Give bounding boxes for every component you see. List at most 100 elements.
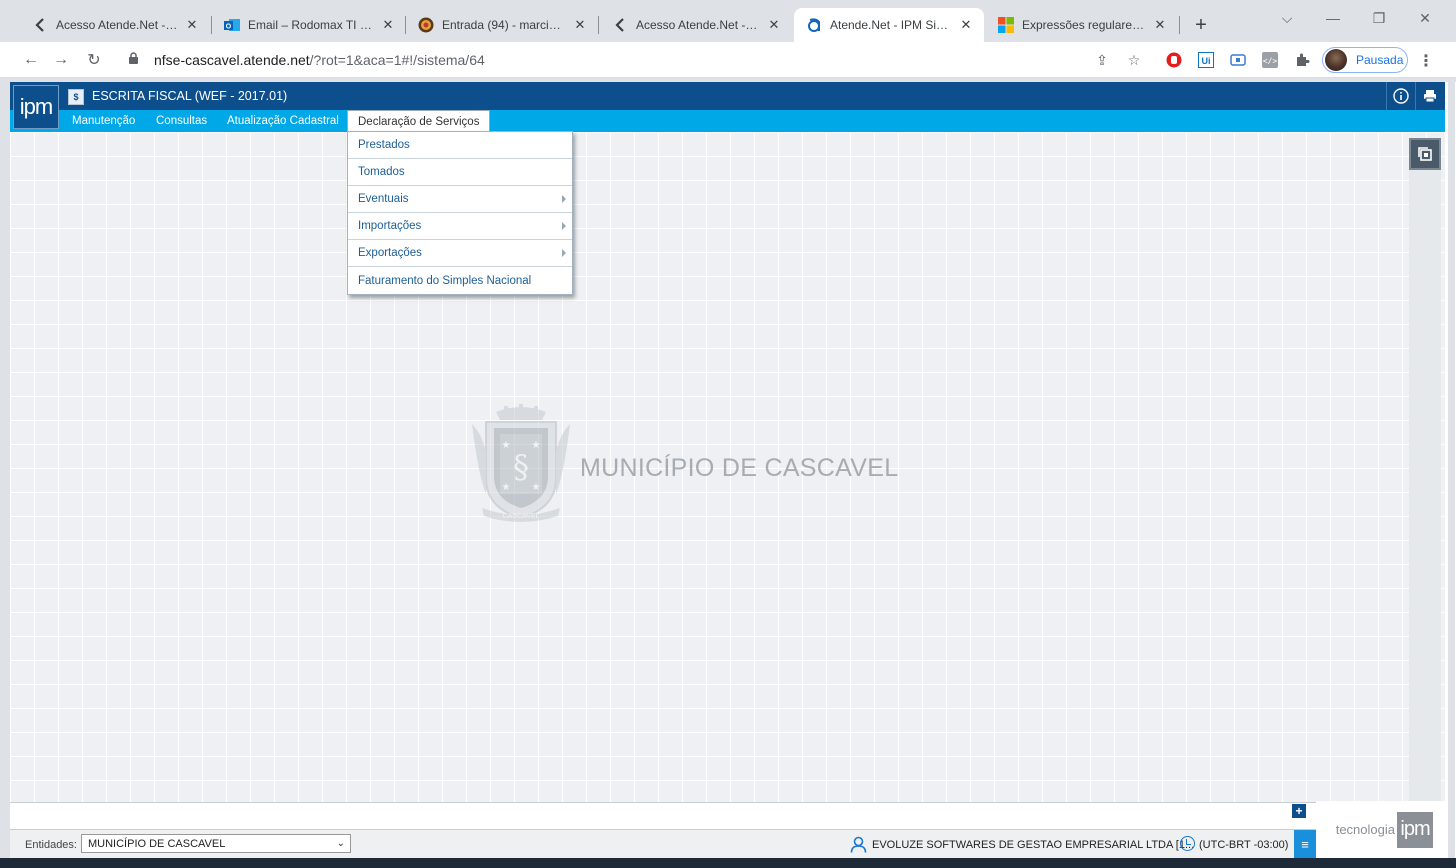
tab-search-icon[interactable]: ⌵ (1272, 10, 1302, 27)
minimize-icon[interactable]: — (1318, 10, 1348, 26)
close-icon[interactable]: ✕ (572, 17, 588, 33)
code-extension-icon[interactable]: </> (1260, 50, 1280, 70)
menu-item-prestados[interactable]: Prestados (348, 132, 572, 159)
tab-title: Email – Rodomax TI – Outlook (248, 18, 374, 32)
entity-selected-value: MUNICÍPIO DE CASCAVEL (88, 837, 226, 850)
info-icon[interactable] (1386, 82, 1414, 110)
submenu-arrow-icon (562, 249, 566, 257)
adblock-extension-icon[interactable] (1164, 50, 1184, 70)
close-window-icon[interactable]: ✕ (1410, 10, 1440, 27)
profile-label: Pausada (1356, 53, 1404, 67)
tab-title: Acesso Atende.Net - Cascavel (636, 18, 760, 32)
menu-item-importacoes[interactable]: Importações (348, 213, 572, 240)
timezone-label: (UTC-BRT -03:00) (1199, 839, 1289, 851)
menu-item-label: Tomados (358, 166, 405, 178)
address-bar[interactable]: nfse-cascavel.atende.net/?rot=1&aca=1#!/… (118, 47, 1158, 73)
svg-text:Ui: Ui (1202, 56, 1211, 66)
menu-item-tomados[interactable]: Tomados (348, 159, 572, 186)
logged-user[interactable]: EVOLUZE SOFTWARES DE GESTAO EMPRESARIAL … (872, 839, 1194, 851)
restore-icon[interactable] (1409, 138, 1441, 170)
tab-title: Entrada (94) - marcio@e (442, 18, 566, 32)
menu-consultas[interactable]: Consultas (146, 110, 217, 132)
browser-menu-icon[interactable]: ⋮ (1418, 51, 1434, 71)
chevron-down-icon: ⌄ (336, 838, 345, 849)
browser-tab-5-active[interactable]: Atende.Net - IPM Sistemas ✕ (794, 8, 984, 42)
mail-icon (418, 17, 434, 33)
brand-logo: tecnologia ipm (1316, 801, 1445, 858)
browser-tab-1[interactable]: Acesso Atende.Net - Cascavel ✕ (20, 8, 210, 42)
browser-tab-6[interactable]: Expressões regulares do ✕ (986, 8, 1178, 42)
restore-window-icon[interactable]: ❐ (1364, 10, 1394, 27)
scrollbar-track (1448, 82, 1455, 858)
brand-word: tecnologia (1335, 822, 1395, 837)
svg-text:O: O (226, 24, 232, 31)
main-menu-bar: Manutenção Consultas Atualização Cadastr… (10, 110, 1445, 132)
extension-icon[interactable] (1228, 50, 1248, 70)
close-icon[interactable]: ✕ (958, 17, 974, 33)
ipm-logo[interactable]: ipm (13, 85, 59, 129)
forward-icon[interactable]: → (50, 49, 72, 71)
profile-button[interactable]: Pausada (1322, 47, 1408, 73)
os-taskbar (0, 858, 1456, 868)
print-icon[interactable] (1415, 82, 1443, 110)
lock-icon (128, 52, 142, 68)
municipality-watermark: MUNICÍPIO DE CASCAVEL (580, 454, 899, 482)
outlook-icon: O (224, 17, 240, 33)
app-header: $ ESCRITA FISCAL (WEF - 2017.01) (10, 82, 1445, 110)
back-arrow-icon (32, 17, 48, 33)
entities-label: Entidades: (25, 839, 77, 851)
side-panel-strip (1409, 170, 1441, 802)
reload-icon[interactable]: ↻ (83, 49, 105, 71)
entity-select[interactable]: MUNICÍPIO DE CASCAVEL ⌄ (81, 834, 351, 853)
back-icon[interactable]: ← (20, 49, 42, 71)
browser-tab-2[interactable]: O Email – Rodomax TI – Outlook ✕ (212, 8, 406, 42)
close-icon[interactable]: ✕ (1152, 17, 1168, 33)
share-icon[interactable]: ⇪ (1092, 50, 1112, 70)
browser-tab-3[interactable]: Entrada (94) - marcio@e ✕ (406, 8, 598, 42)
tab-separator (598, 16, 599, 34)
close-icon[interactable]: ✕ (184, 17, 200, 33)
microsoft-icon (998, 17, 1014, 33)
submenu-arrow-icon (562, 195, 566, 203)
menu-item-faturamento-simples-nacional[interactable]: Faturamento do Simples Nacional (348, 267, 572, 294)
tab-title: Atende.Net - IPM Sistemas (830, 18, 952, 32)
uipath-extension-icon[interactable]: Ui (1196, 50, 1216, 70)
expand-plus-button[interactable]: + (1292, 804, 1306, 818)
page-scrollbar[interactable] (1445, 82, 1456, 858)
svg-text:★: ★ (502, 482, 511, 493)
menu-declaracao-de-servicos[interactable]: Declaração de Serviços (347, 110, 491, 132)
menu-item-label: Importações (358, 220, 422, 232)
user-icon (850, 836, 867, 853)
browser-toolbar: ← → ↻ nfse-cascavel.atende.net/?rot=1&ac… (0, 42, 1456, 78)
url-host: nfse-cascavel.atende.net (154, 52, 310, 68)
new-tab-button[interactable]: + (1188, 12, 1214, 38)
workspace-area: § ★ ★ ★ ★ CASCAVEL MUNICÍPIO DE CASCAVEL (10, 132, 1445, 802)
declaracao-dropdown-menu: Prestados Tomados Eventuais Importações … (347, 131, 573, 295)
menu-item-label: Prestados (358, 139, 410, 151)
clock-icon (1180, 836, 1195, 851)
cascavel-crest-icon: § ★ ★ ★ ★ CASCAVEL (472, 404, 570, 522)
svg-text:★: ★ (502, 440, 511, 451)
menu-item-exportacoes[interactable]: Exportações (348, 240, 572, 267)
url-path: /?rot=1&aca=1#!/sistema/64 (309, 52, 485, 68)
close-icon[interactable]: ✕ (766, 17, 782, 33)
extensions-puzzle-icon[interactable] (1292, 50, 1312, 70)
back-arrow-icon (612, 17, 628, 33)
list-menu-icon[interactable]: ≡ (1294, 830, 1316, 858)
close-icon[interactable]: ✕ (380, 17, 396, 33)
menu-item-label: Exportações (358, 247, 422, 259)
svg-text:★: ★ (532, 482, 541, 493)
menu-item-eventuais[interactable]: Eventuais (348, 186, 572, 213)
browser-tab-4[interactable]: Acesso Atende.Net - Cascavel ✕ (600, 8, 792, 42)
system-title: ESCRITA FISCAL (WEF - 2017.01) (92, 89, 288, 103)
svg-text:§: § (513, 448, 529, 486)
tab-title: Acesso Atende.Net - Cascavel (56, 18, 178, 32)
avatar (1325, 49, 1347, 71)
app-frame: $ ESCRITA FISCAL (WEF - 2017.01) Manuten… (10, 82, 1445, 858)
menu-manutencao[interactable]: Manutenção (62, 110, 145, 132)
status-bar: Entidades: MUNICÍPIO DE CASCAVEL ⌄ EVOLU… (10, 829, 1445, 858)
menu-atualizacao-cadastral[interactable]: Atualização Cadastral (217, 110, 349, 132)
atende-icon (806, 17, 822, 33)
tab-separator (1179, 16, 1180, 34)
bookmark-star-icon[interactable]: ☆ (1124, 50, 1144, 70)
